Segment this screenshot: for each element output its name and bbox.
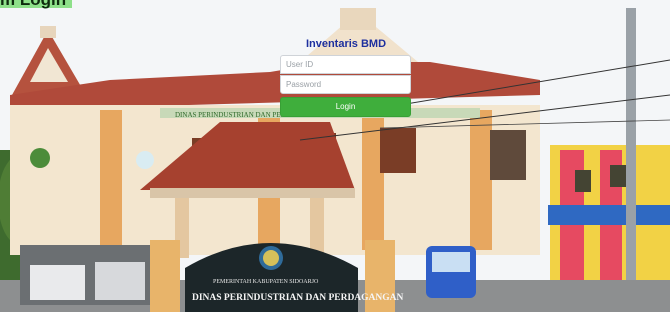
login-button[interactable]: Login xyxy=(280,97,411,117)
page-caption: m Login xyxy=(0,0,73,8)
sign-large-text: DINAS PERINDUSTRIAN DAN PERDAGANGAN xyxy=(192,293,404,303)
sign-small-text: PEMERINTAH KABUPATEN SIDOARJO xyxy=(213,279,319,285)
app-title: Inventaris BMD xyxy=(305,38,387,50)
password-input[interactable] xyxy=(280,75,411,94)
user-id-input[interactable] xyxy=(280,55,411,74)
